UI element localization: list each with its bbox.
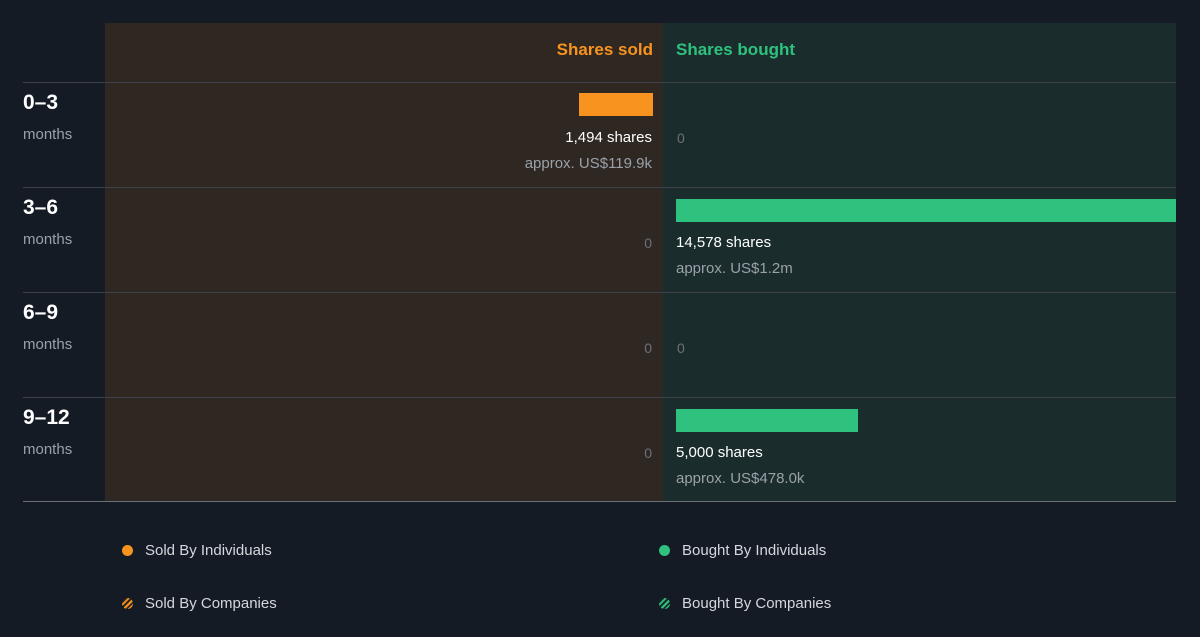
chart-baseline bbox=[23, 501, 1176, 502]
row-divider bbox=[23, 82, 1176, 83]
period-unit-label: months bbox=[23, 336, 73, 353]
row-divider bbox=[23, 397, 1176, 398]
row-divider bbox=[23, 187, 1176, 188]
row-divider bbox=[23, 292, 1176, 293]
legend-bought-companies: Bought By Companies bbox=[659, 595, 831, 612]
shares-bought-bar bbox=[676, 409, 858, 432]
legend-label: Bought By Companies bbox=[682, 595, 832, 612]
shares-bought-approx-value: approx. US$1.2m bbox=[676, 260, 793, 277]
hatched-green-dot-icon bbox=[659, 598, 670, 609]
legend-sold-individuals: Sold By Individuals bbox=[122, 542, 272, 559]
shares-bought-bar bbox=[676, 199, 1176, 222]
period-range-label: 3–6 bbox=[23, 196, 59, 219]
legend-sold-companies: Sold By Companies bbox=[122, 595, 277, 612]
period-range-label: 6–9 bbox=[23, 301, 59, 324]
shares-sold-value: 1,494 shares bbox=[565, 129, 652, 146]
shares-sold-zero: 0 bbox=[644, 340, 652, 356]
period-range-label: 9–12 bbox=[23, 406, 70, 429]
period-range-label: 0–3 bbox=[23, 91, 59, 114]
shares-bought-value: 5,000 shares bbox=[676, 444, 763, 461]
period-unit-label: months bbox=[23, 231, 73, 248]
legend-label: Sold By Individuals bbox=[145, 542, 272, 559]
period-unit-label: months bbox=[23, 126, 73, 143]
shares-sold-zero: 0 bbox=[644, 235, 652, 251]
legend-label: Bought By Individuals bbox=[682, 542, 827, 559]
hatched-orange-dot-icon bbox=[122, 598, 133, 609]
shares-sold-bar bbox=[579, 93, 653, 116]
orange-dot-icon bbox=[122, 545, 133, 556]
shares-bought-value: 14,578 shares bbox=[676, 234, 772, 251]
green-dot-icon bbox=[659, 545, 670, 556]
shares-sold-header: Shares sold bbox=[556, 40, 653, 59]
shares-bought-zero: 0 bbox=[677, 340, 685, 356]
legend-bought-individuals: Bought By Individuals bbox=[659, 542, 826, 559]
legend-label: Sold By Companies bbox=[145, 595, 277, 612]
shares-bought-header: Shares bought bbox=[676, 40, 796, 59]
shares-sold-zero: 0 bbox=[644, 445, 652, 461]
shares-sold-approx-value: approx. US$119.9k bbox=[524, 155, 652, 172]
shares-bought-zero: 0 bbox=[677, 130, 685, 146]
period-unit-label: months bbox=[23, 441, 73, 458]
shares-bought-approx-value: approx. US$478.0k bbox=[676, 470, 805, 487]
